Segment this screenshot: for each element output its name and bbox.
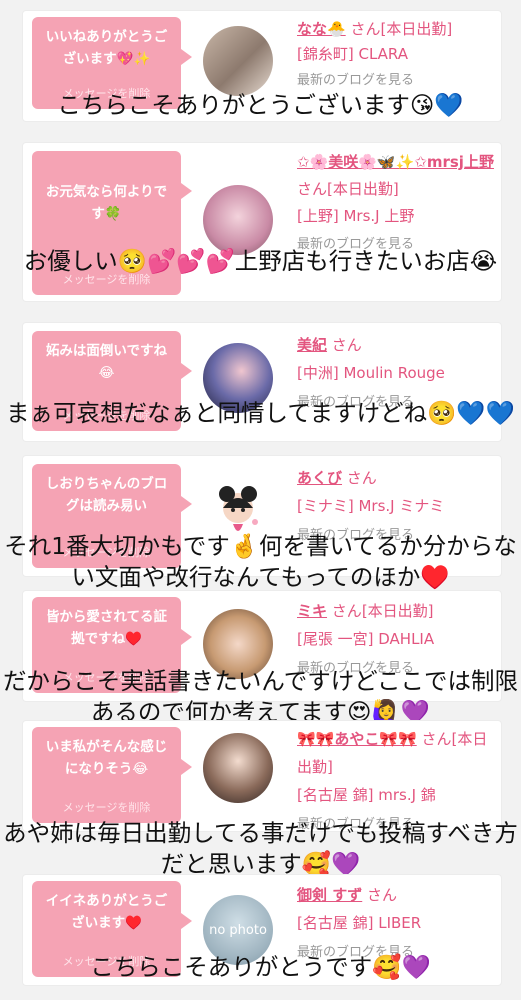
message-text: イイネありがとうございます♥️ <box>45 893 168 931</box>
shop-location[interactable]: [ミナミ] Mrs.J ミナミ <box>297 497 444 515</box>
status-badge: [本日出勤] <box>361 602 434 620</box>
shop-location[interactable]: [中洲] Moulin Rouge <box>297 364 445 382</box>
sender-name-link[interactable]: あくび <box>297 469 342 487</box>
message-card: いま私がそんな感じになりそう😂 メッセージを削除 🎀🎀あやこ🎀🎀 さん[本日出勤… <box>22 720 502 832</box>
sender-name-link[interactable]: 美紀 <box>297 336 327 354</box>
avatar[interactable] <box>203 733 273 803</box>
no-photo-label: no photo <box>209 922 267 938</box>
caption-overlay: こちらこそありがとうございます😘💙 <box>57 91 464 119</box>
shop-location[interactable]: [尾張 一宮] DAHLIA <box>297 630 434 648</box>
message-card: お元気なら何よりです🍀 メッセージを削除 ✩🌸美咲🌸🦋✨✩mrsj上野 さん[本… <box>22 142 502 302</box>
delete-message-link[interactable]: メッセージを削除 <box>32 797 181 819</box>
message-feed: いいねありがとうございます💖✨ メッセージを削除 なな🐣 さん[本日出勤] [錦… <box>0 0 521 1000</box>
sender-name-link[interactable]: 御剣 すず <box>297 886 362 904</box>
avatar[interactable] <box>203 185 273 255</box>
honorific: さん <box>297 180 328 198</box>
honorific: さん <box>367 886 398 904</box>
caption-overlay: こちらこそありがとうです🥰💜 <box>90 953 431 981</box>
caption-overlay: だからこそ実話書きたいんですけどここでは制限あるので何か考えてます😍🙋‍♀️💜 <box>2 667 519 726</box>
honorific: さん <box>331 602 362 620</box>
honorific: さん <box>350 20 381 38</box>
honorific: さん <box>331 336 362 354</box>
sender-name-link[interactable]: ✩🌸美咲🌸🦋✨✩mrsj上野 <box>297 153 494 171</box>
sender-info: ✩🌸美咲🌸🦋✨✩mrsj上野 さん[本日出勤] [上野] Mrs.J 上野 最新… <box>297 149 497 258</box>
message-text: 妬みは面倒いですね😂 <box>45 343 168 381</box>
shop-location[interactable]: [名古屋 錦] mrs.J 錦 <box>297 786 436 804</box>
shop-location[interactable]: [錦糸町] CLARA <box>297 45 408 63</box>
message-text: いいねありがとうございます💖✨ <box>45 29 168 67</box>
sender-info: なな🐣 さん[本日出勤] [錦糸町] CLARA 最新のブログを見る <box>297 17 497 93</box>
honorific: さん <box>421 730 452 748</box>
message-text: 皆から愛されてる証拠ですね♥️ <box>45 609 168 647</box>
caption-overlay: あや姉は毎日出勤してる事だけでも投稿すべき方だと思います🥰💜 <box>3 819 518 878</box>
sender-name-link[interactable]: 🎀🎀あやこ🎀🎀 <box>297 730 417 748</box>
shop-location[interactable]: [上野] Mrs.J 上野 <box>297 207 414 225</box>
status-badge: [本日出勤] <box>380 20 453 38</box>
sender-name-link[interactable]: なな🐣 <box>297 20 346 38</box>
latest-blog-link[interactable]: 最新のブログを見る <box>297 73 414 88</box>
caption-overlay: それ1番大切かもです🤞何を書いてるか分からない文面や改行なんてもってのほか♥️ <box>4 532 517 591</box>
honorific: さん <box>346 469 377 487</box>
sender-name-link[interactable]: ミキ <box>297 602 327 620</box>
caption-overlay: まぁ可哀想だなぁと同情してますけどね🥺💙💙 <box>6 399 515 427</box>
avatar[interactable] <box>203 26 273 96</box>
message-text: お元気なら何よりです🍀 <box>45 184 168 222</box>
message-bubble: いま私がそんな感じになりそう😂 メッセージを削除 <box>32 727 192 823</box>
message-text: しおりちゃんのブログは読み易い <box>45 476 168 514</box>
message-text: いま私がそんな感じになりそう😂 <box>45 739 168 777</box>
caption-overlay: お優しい🥺💕💕💕上野店も行きたいお店😭 <box>23 247 498 275</box>
status-badge: [本日出勤] <box>327 180 399 198</box>
shop-location[interactable]: [名古屋 錦] LIBER <box>297 914 421 932</box>
